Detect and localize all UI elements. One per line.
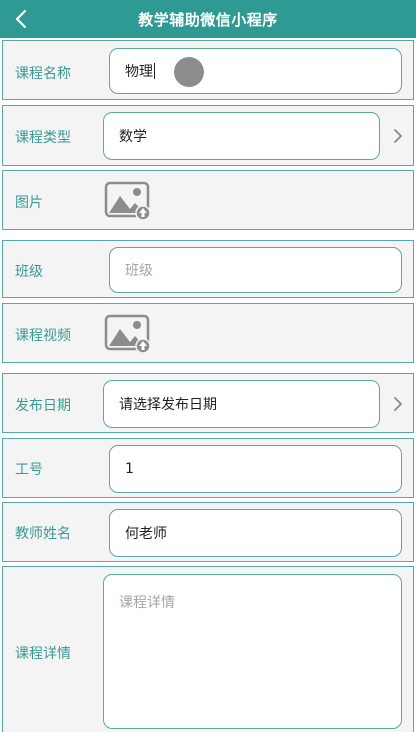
nav-bar: 教学辅助微信小程序 <box>0 0 416 38</box>
course-type-label: 课程类型 <box>15 130 71 146</box>
chevron-right-icon <box>394 129 402 143</box>
course-name-label: 课程名称 <box>15 66 71 82</box>
form-row-teacher-name: 教师姓名 何老师 <box>2 502 414 562</box>
image-upload-icon[interactable] <box>104 181 152 221</box>
course-type-value: 数学 <box>119 129 147 145</box>
job-number-label: 工号 <box>15 462 43 478</box>
form-row-course-video: 课程视频 <box>2 303 414 363</box>
course-name-input[interactable]: 物理 <box>109 48 402 94</box>
course-detail-label: 课程详情 <box>15 646 71 662</box>
video-upload-icon[interactable] <box>104 314 152 354</box>
form-row-publish-date[interactable]: 发布日期 请选择发布日期 <box>2 373 414 433</box>
chevron-left-icon <box>15 9 27 29</box>
image-label: 图片 <box>15 195 43 211</box>
publish-date-label: 发布日期 <box>15 398 71 414</box>
form-row-course-type[interactable]: 课程类型 数学 <box>2 105 414 166</box>
back-button[interactable] <box>8 5 34 33</box>
form-row-course-detail: 课程详情 课程详情 <box>2 566 414 732</box>
teacher-name-input[interactable]: 何老师 <box>109 509 402 557</box>
teacher-name-value: 何老师 <box>125 526 167 542</box>
class-label: 班级 <box>15 264 43 280</box>
course-detail-placeholder: 课程详情 <box>119 595 175 611</box>
form-row-class: 班级 班级 <box>2 240 414 298</box>
form-row-job-number: 工号 1 <box>2 438 414 498</box>
class-input[interactable]: 班级 <box>109 247 402 293</box>
form-row-course-name: 课程名称 物理 <box>2 40 414 100</box>
course-video-label: 课程视频 <box>15 328 71 344</box>
page-title: 教学辅助微信小程序 <box>138 10 278 29</box>
job-number-input[interactable]: 1 <box>109 445 402 493</box>
course-type-picker[interactable]: 数学 <box>103 112 380 160</box>
course-detail-textarea[interactable]: 课程详情 <box>103 574 402 729</box>
job-number-value: 1 <box>125 461 134 477</box>
class-placeholder: 班级 <box>125 263 153 279</box>
course-name-value: 物理 <box>125 64 153 80</box>
publish-date-value: 请选择发布日期 <box>119 397 217 413</box>
teacher-name-label: 教师姓名 <box>15 526 71 542</box>
touch-indicator <box>174 57 204 87</box>
chevron-right-icon <box>394 397 402 411</box>
text-cursor <box>154 63 155 79</box>
publish-date-picker[interactable]: 请选择发布日期 <box>103 380 380 428</box>
form-row-image: 图片 <box>2 170 414 230</box>
